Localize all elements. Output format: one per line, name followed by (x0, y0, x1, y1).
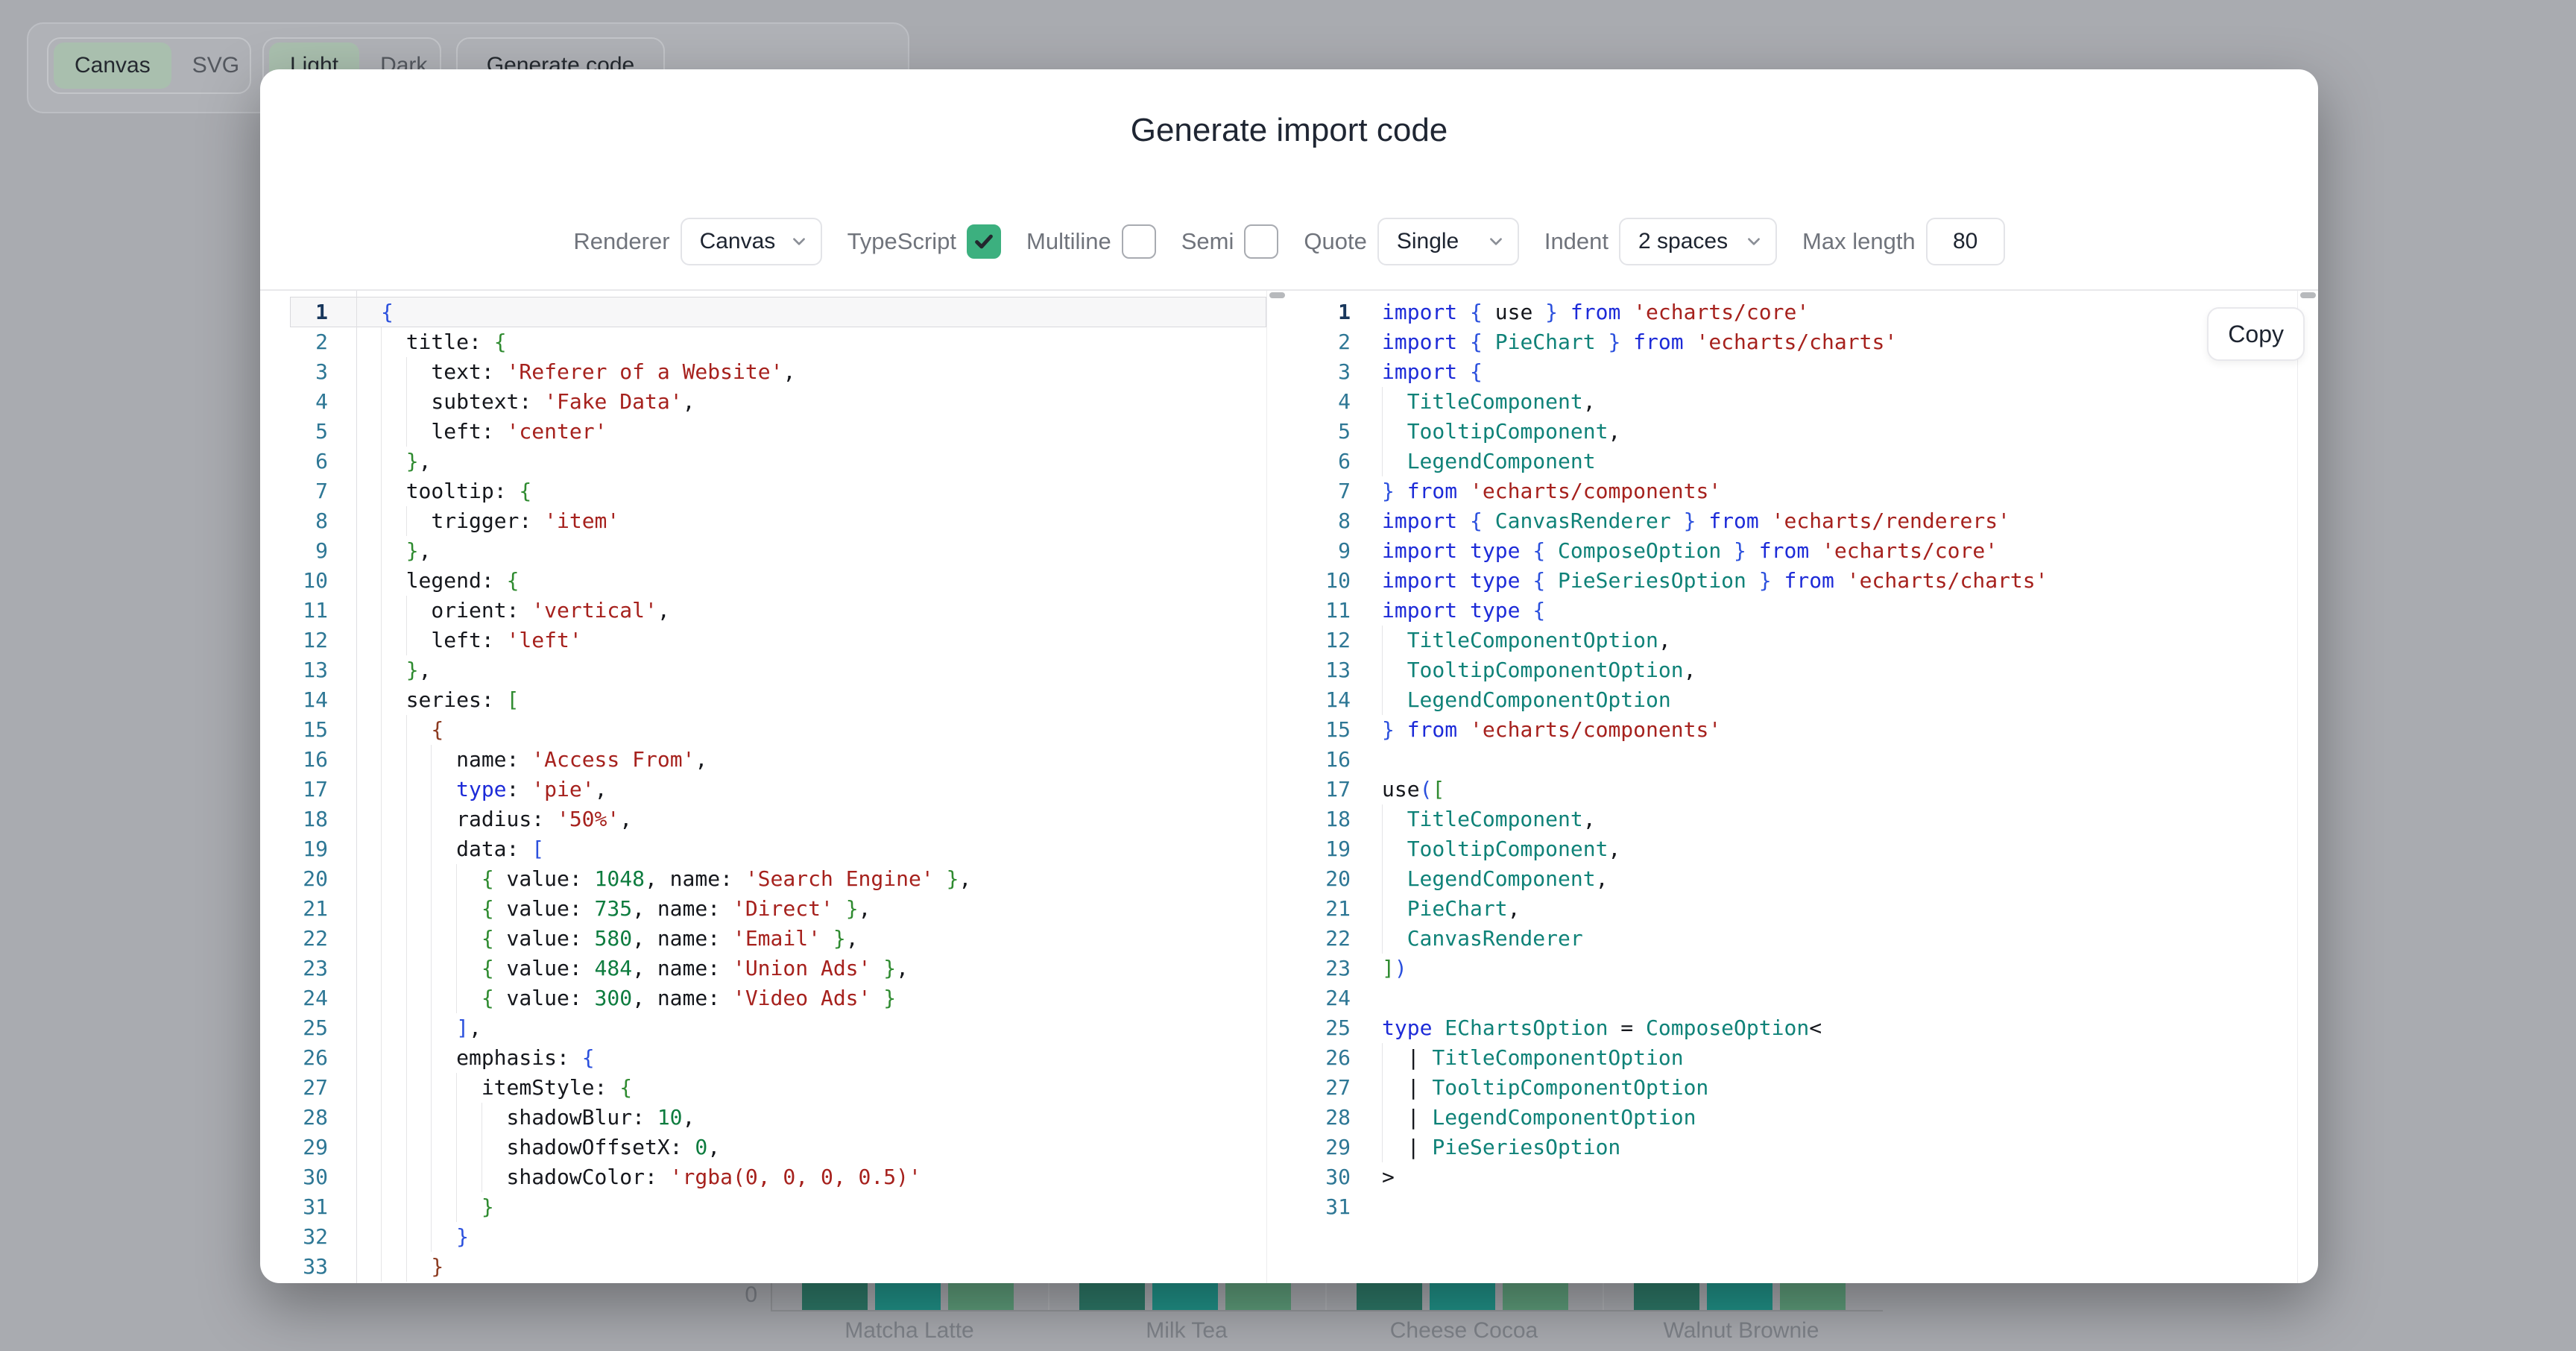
chart-category-label: Milk Tea (1048, 1318, 1325, 1344)
chart-bar (875, 1283, 941, 1310)
scrollbar-thumb[interactable] (2300, 292, 2316, 298)
dialog-toolbar: Renderer Canvas TypeScript Multiline Sem… (260, 218, 2318, 265)
chart-bar (1152, 1283, 1218, 1310)
renderer-select[interactable]: Canvas (681, 218, 822, 265)
chart-bar (1503, 1283, 1568, 1310)
indent-select[interactable]: 2 spaces (1619, 218, 1777, 265)
scrollbar-track[interactable] (1266, 291, 1287, 1283)
indent-select-value: 2 spaces (1638, 229, 1728, 254)
renderer-tab-group: Canvas SVG (47, 37, 251, 94)
typescript-label: TypeScript (847, 228, 956, 255)
quote-select-value: Single (1397, 229, 1459, 254)
chevron-down-icon (1488, 233, 1504, 250)
line-number-gutter: 1234567891011121314151617181920212223242… (290, 291, 357, 1283)
chart-bar (1225, 1283, 1291, 1310)
chart-bar (1780, 1283, 1846, 1310)
typescript-checkbox[interactable] (967, 224, 1001, 259)
code-area: 1234567891011121314151617181920212223242… (260, 289, 2318, 1283)
check-icon (973, 230, 995, 253)
import-code-viewer[interactable]: 1234567891011121314151617181920212223242… (1287, 291, 2318, 1283)
chart-category-label: Cheese Cocoa (1325, 1318, 1603, 1344)
generate-import-code-dialog: Generate import code Renderer Canvas Typ… (260, 69, 2318, 1283)
chart-bar (948, 1283, 1014, 1310)
quote-select[interactable]: Single (1377, 218, 1519, 265)
multiline-checkbox[interactable] (1122, 224, 1156, 259)
chart-bar (1430, 1283, 1495, 1310)
chevron-down-icon (1746, 233, 1762, 250)
tab-canvas-label: Canvas (75, 53, 151, 78)
chevron-down-icon (791, 233, 807, 250)
scrollbar-thumb[interactable] (1269, 292, 1285, 298)
chart-bar (1707, 1283, 1772, 1310)
quote-label: Quote (1304, 228, 1366, 255)
chart-bar (1079, 1283, 1145, 1310)
chart-bar (1357, 1283, 1422, 1310)
dialog-title: Generate import code (260, 112, 2318, 149)
multiline-label: Multiline (1026, 228, 1111, 255)
tab-canvas[interactable]: Canvas (54, 42, 171, 89)
semi-label: Semi (1181, 228, 1234, 255)
option-code-editor[interactable]: 1234567891011121314151617181920212223242… (290, 291, 1287, 1283)
copy-button-label: Copy (2228, 321, 2284, 348)
tab-svg[interactable]: SVG (171, 42, 260, 89)
y-axis-zero-label: 0 (686, 1282, 757, 1308)
line-number-gutter: 1234567891011121314151617181920212223242… (1287, 291, 1360, 1283)
chart-category-label: Matcha Latte (771, 1318, 1048, 1344)
renderer-label: Renderer (573, 228, 669, 255)
x-axis-line (771, 1310, 1883, 1311)
y-axis-line (771, 1283, 772, 1311)
import-code-content: import { use } from 'echarts/core'import… (1360, 291, 2298, 1283)
max-length-label: Max length (1802, 228, 1916, 255)
max-length-input[interactable] (1926, 218, 2005, 265)
indent-label: Indent (1544, 228, 1609, 255)
chart-category-label: Walnut Brownie (1603, 1318, 1880, 1344)
copy-button[interactable]: Copy (2207, 307, 2305, 361)
tab-svg-label: SVG (192, 53, 239, 78)
scrollbar-track[interactable] (2297, 291, 2318, 1283)
renderer-select-value: Canvas (700, 229, 776, 254)
chart-bar (802, 1283, 868, 1310)
screen: { "background": { "renderer_tabs": {"can… (0, 0, 2576, 1351)
option-code-content: {title: {text: 'Referer of a Website',su… (357, 291, 1267, 1283)
semi-checkbox[interactable] (1244, 224, 1278, 259)
chart-bar (1634, 1283, 1699, 1310)
